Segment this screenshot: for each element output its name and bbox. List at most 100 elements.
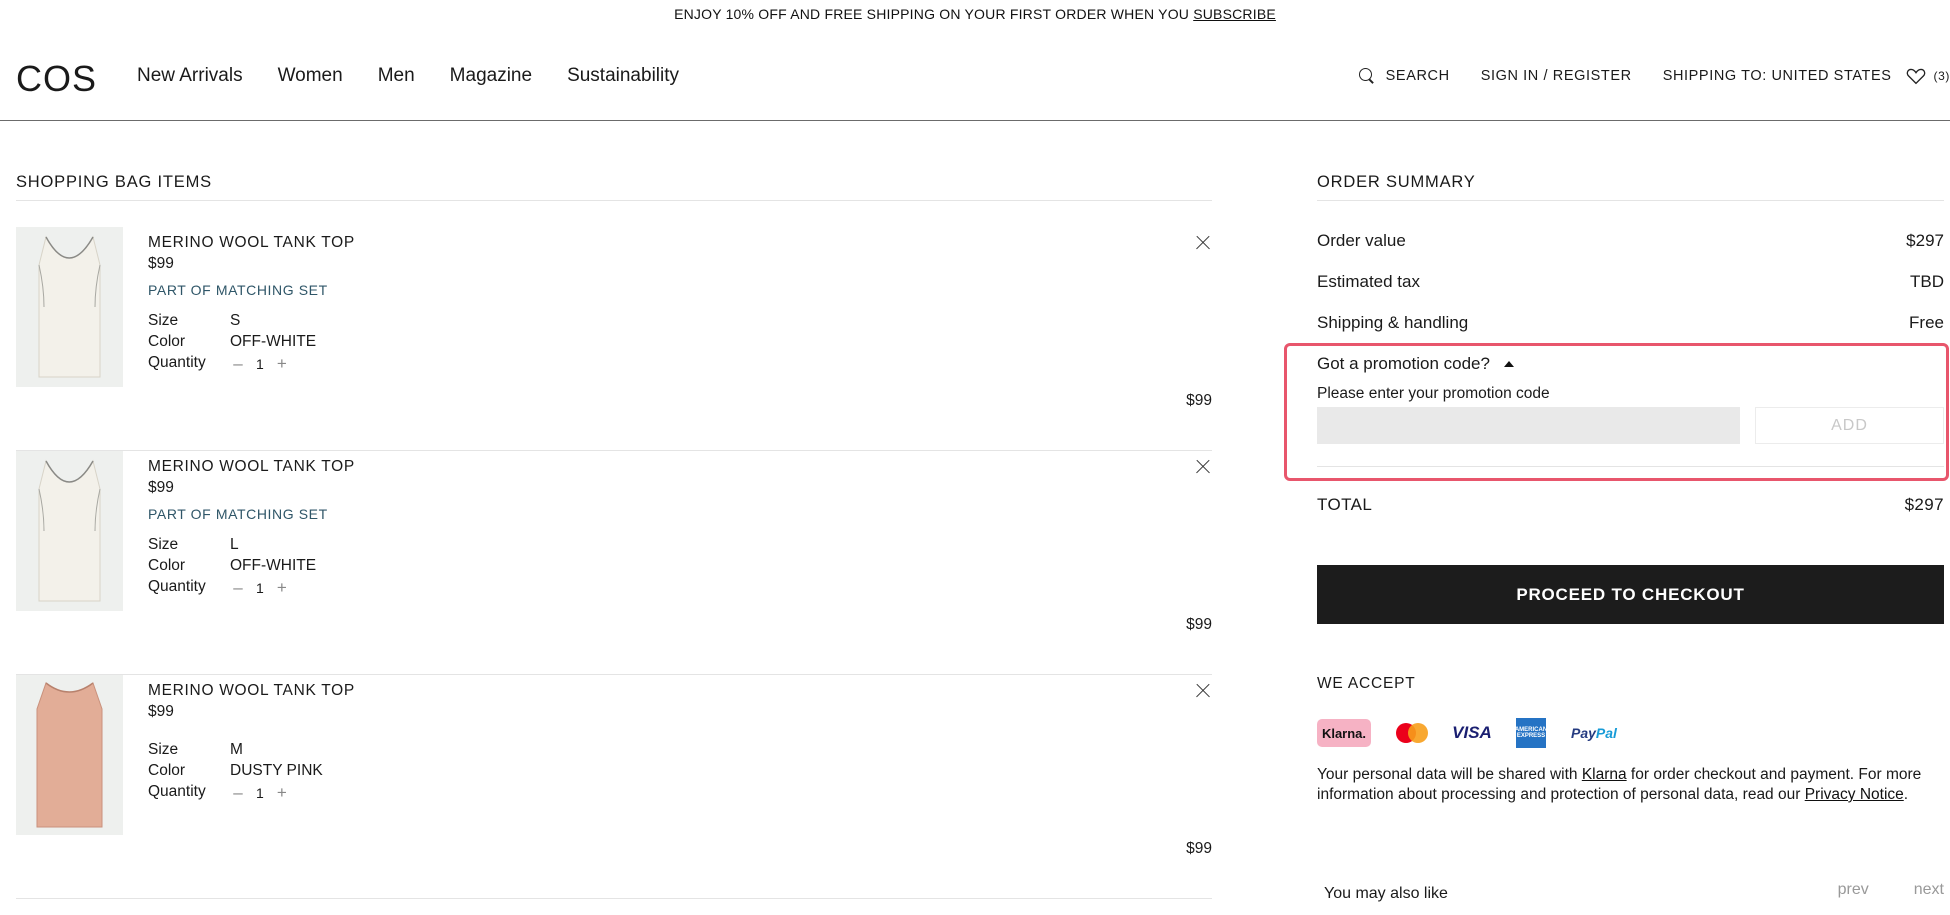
product-name[interactable]: MERINO WOOL TANK TOP [148,234,355,252]
shipping-row: Shipping & handling Free [1317,313,1944,333]
paypal-text-b: Pal [1595,725,1617,741]
product-price: $99 [148,703,174,720]
order-value: $297 [1906,231,1944,250]
payment-methods: Klarna. VISA AMERICAN EXPRESS Pay Pal [1317,718,1642,748]
size-value: S [230,312,241,329]
logo[interactable]: COS [16,61,97,97]
quantity-stepper: –1 + [230,354,290,374]
bag-item: MERINO WOOL TANK TOP $99 PART OF MATCHIN… [16,227,1212,451]
shipping-country-selector[interactable]: SHIPPING TO: UNITED STATES [1663,68,1892,84]
remove-item-icon[interactable] [1194,682,1212,700]
promo-code-input[interactable] [1317,407,1740,444]
visa-icon: VISA [1452,723,1492,742]
carousel-next-button[interactable]: next [1914,881,1944,899]
remove-item-icon[interactable] [1194,458,1212,476]
bag-item: MERINO WOOL TANK TOP $99 Size M Color DUST… [16,675,1212,899]
increase-button[interactable]: + [274,578,290,598]
increase-button[interactable]: + [274,354,290,374]
you-may-also-like-title: You may also like [1324,885,1448,902]
decrease-button[interactable]: – [230,783,246,803]
quantity-value: 1 [256,580,264,596]
product-name[interactable]: MERINO WOOL TANK TOP [148,682,355,700]
color-value: DUSTY PINK [230,762,323,779]
size-row: Size S [148,312,240,330]
total-row: TOTAL $297 [1317,495,1944,515]
privacy-notice-text: Your personal data will be shared with K… [1317,765,1944,805]
search-icon [1358,68,1375,84]
promo-toggle-label: Got a promotion code? [1317,354,1490,373]
header-actions: SEARCH SIGN IN / REGISTER SHIPPING TO: U… [1358,67,1950,85]
nav-magazine[interactable]: Magazine [450,65,532,87]
klarna-link[interactable]: Klarna [1582,766,1627,783]
item-total: $99 [1186,840,1212,857]
wishlist-count: (3) [1933,69,1950,83]
shipping-label: Shipping & handling [1317,313,1469,332]
klarna-icon: Klarna. [1317,719,1371,747]
promo-code-toggle[interactable]: Got a promotion code? [1317,354,1514,374]
tax-row: Estimated tax TBD [1317,272,1944,292]
quantity-stepper: –1 + [230,783,290,803]
tax-label: Estimated tax [1317,272,1420,291]
promo-code-label: Please enter your promotion code [1317,385,1550,402]
quantity-value: 1 [256,356,264,372]
carousel-prev-button[interactable]: prev [1838,881,1869,899]
promo-banner: ENJOY 10% OFF AND FREE SHIPPING ON YOUR … [0,0,1950,28]
product-image[interactable] [16,451,123,611]
increase-button[interactable]: + [274,783,290,803]
product-image[interactable] [16,675,123,835]
quantity-label: Quantity [148,783,206,800]
total-label: TOTAL [1317,495,1373,514]
color-label: Color [148,557,186,574]
caret-up-icon [1503,361,1514,367]
size-label: Size [148,312,179,329]
amex-icon: AMERICAN EXPRESS [1515,718,1547,748]
privacy-text-1: Your personal data will be shared with [1317,766,1582,783]
sign-in-link[interactable]: SIGN IN / REGISTER [1481,68,1632,84]
nav-men[interactable]: Men [378,65,415,87]
decrease-button[interactable]: – [230,578,246,598]
quantity-row: Quantity –1 + [148,578,290,598]
privacy-notice-link[interactable]: Privacy Notice [1805,786,1904,803]
quantity-label: Quantity [148,354,206,371]
color-label: Color [148,762,186,779]
quantity-row: Quantity –1 + [148,354,290,374]
bag-item: MERINO WOOL TANK TOP $99 PART OF MATCHIN… [16,451,1212,675]
heart-icon[interactable] [1906,67,1926,85]
quantity-row: Quantity –1 + [148,783,290,803]
divider [1317,200,1944,201]
order-value-label: Order value [1317,231,1406,250]
main-nav: New Arrivals Women Men Magazine Sustaina… [137,65,714,87]
search-button[interactable]: SEARCH [1358,68,1450,84]
matching-set-link[interactable]: PART OF MATCHING SET [148,506,328,522]
remove-item-icon[interactable] [1194,234,1212,252]
shipping-value: Free [1909,313,1944,332]
size-row: Size M [148,741,243,759]
divider [1317,466,1944,467]
total-value: $297 [1904,495,1944,514]
nav-new-arrivals[interactable]: New Arrivals [137,65,243,87]
decrease-button[interactable]: – [230,354,246,374]
nav-women[interactable]: Women [278,65,343,87]
tax-value: TBD [1910,272,1944,291]
matching-set-link[interactable]: PART OF MATCHING SET [148,282,328,298]
quantity-label: Quantity [148,578,206,595]
we-accept-title: WE ACCEPT [1317,675,1416,692]
size-value: L [230,536,239,553]
subscribe-link[interactable]: SUBSCRIBE [1193,6,1276,22]
item-total: $99 [1186,392,1212,409]
size-label: Size [148,536,179,553]
proceed-to-checkout-button[interactable]: PROCEED TO CHECKOUT [1317,565,1944,624]
nav-sustainability[interactable]: Sustainability [567,65,679,87]
mastercard-icon [1396,723,1428,743]
size-value: M [230,741,243,758]
product-price: $99 [148,255,174,272]
color-row: Color OFF-WHITE [148,557,316,575]
quantity-value: 1 [256,785,264,801]
search-label: SEARCH [1385,68,1450,84]
quantity-stepper: –1 + [230,578,290,598]
promo-add-button[interactable]: ADD [1755,407,1944,444]
product-image[interactable] [16,227,123,387]
color-label: Color [148,333,186,350]
product-name[interactable]: MERINO WOOL TANK TOP [148,458,355,476]
color-row: Color DUSTY PINK [148,762,323,780]
